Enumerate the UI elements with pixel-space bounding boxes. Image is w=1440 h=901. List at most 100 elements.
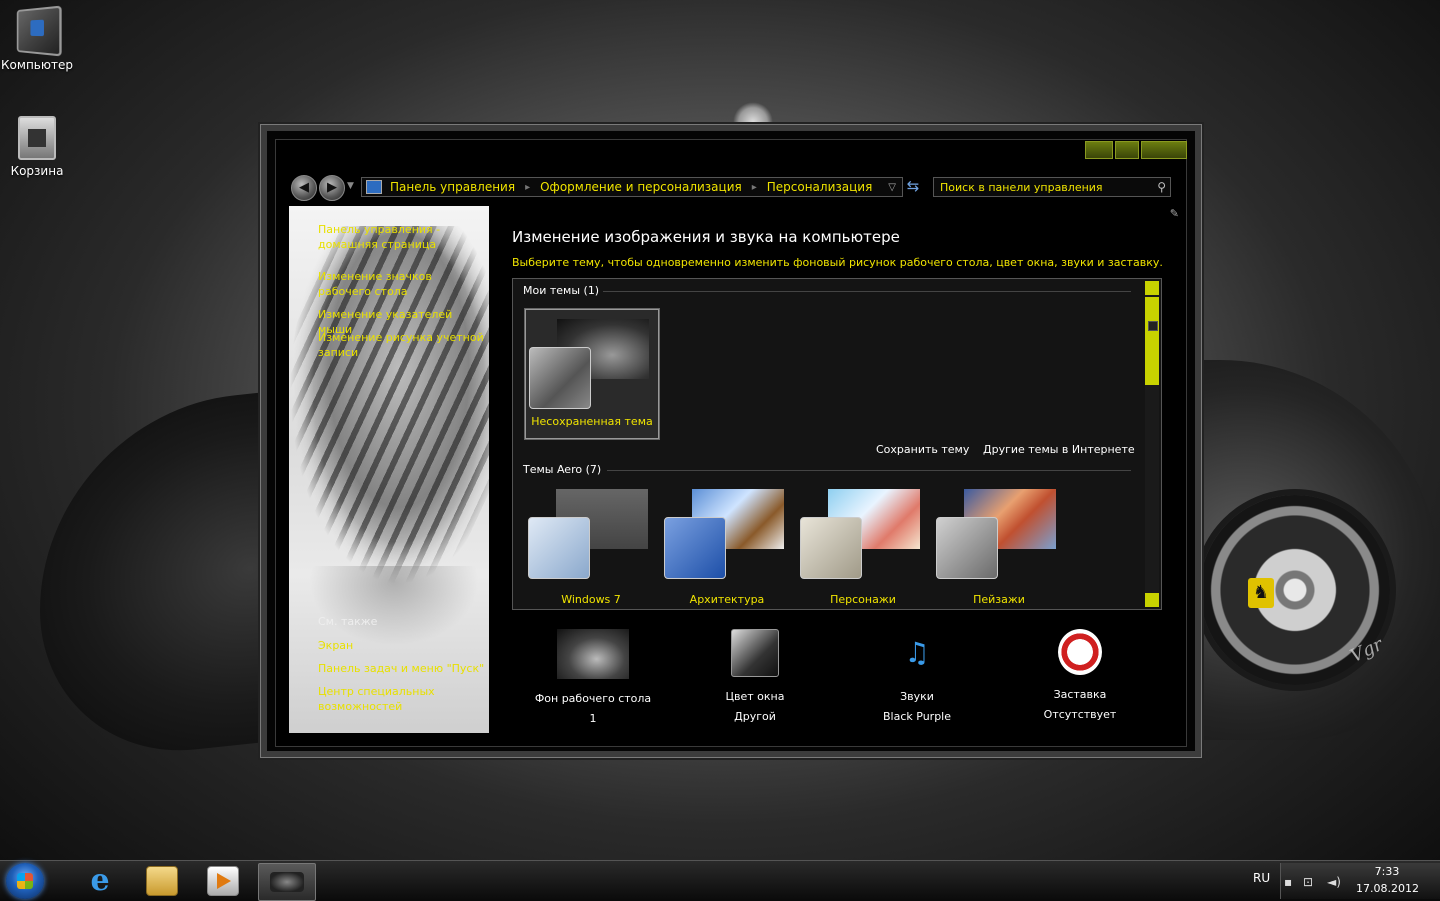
media-player-icon bbox=[207, 866, 239, 896]
search-box[interactable]: Поиск в панели управления ⚲ bbox=[933, 177, 1171, 197]
search-input[interactable]: Поиск в панели управления bbox=[940, 181, 1157, 194]
desktop-icon-recycle-bin[interactable]: Корзина bbox=[0, 116, 74, 178]
breadcrumb-appearance[interactable]: Оформление и персонализация bbox=[540, 180, 742, 194]
taskbar-media-player[interactable] bbox=[195, 863, 251, 899]
minimize-button[interactable] bbox=[1085, 141, 1113, 159]
window-color-setting[interactable]: Цвет окна Другой bbox=[685, 629, 825, 727]
theme-label: Пейзажи bbox=[973, 593, 1025, 606]
themes-scrollbar[interactable] bbox=[1145, 281, 1159, 607]
theme-glass-swatch bbox=[529, 347, 591, 409]
start-button[interactable] bbox=[6, 863, 44, 899]
breadcrumb-personalization[interactable]: Персонализация bbox=[767, 180, 873, 194]
scrollbar-grip-icon bbox=[1148, 321, 1158, 331]
theme-label: Несохраненная тема bbox=[531, 415, 653, 428]
save-theme-link[interactable]: Сохранить тему bbox=[876, 443, 969, 456]
breadcrumb-separator-icon[interactable]: ▸ bbox=[752, 182, 757, 193]
clock-time[interactable]: 7:33 bbox=[1360, 865, 1414, 878]
theme-tile-windows7[interactable]: Windows 7 bbox=[524, 479, 658, 609]
setting-label: Заставка bbox=[1053, 688, 1107, 701]
personalization-window: ◀ ▶ ▼ Панель управления ▸ Оформление и п… bbox=[260, 124, 1202, 758]
recycle-bin-icon bbox=[18, 116, 56, 160]
sounds-setting[interactable]: ♫ Звуки Black Purple bbox=[847, 629, 987, 727]
tray-flag-icon[interactable]: ▪ bbox=[1284, 875, 1292, 889]
see-also-heading: См. также bbox=[318, 615, 378, 628]
language-indicator[interactable]: RU bbox=[1253, 871, 1270, 885]
address-bar[interactable]: Панель управления ▸ Оформление и персона… bbox=[361, 177, 903, 197]
theme-glass-swatch bbox=[664, 517, 726, 579]
theme-glass-swatch bbox=[528, 517, 590, 579]
theme-label: Архитектура bbox=[689, 593, 765, 606]
my-themes-heading: Мои темы (1) bbox=[523, 284, 600, 297]
recent-pages-dropdown-icon[interactable]: ▼ bbox=[347, 181, 354, 191]
page-title: Изменение изображения и звука на компьют… bbox=[512, 228, 900, 246]
theme-glass-swatch bbox=[936, 517, 998, 579]
clock-date[interactable]: 17.08.2012 bbox=[1356, 882, 1419, 895]
theme-tile-architecture[interactable]: Архитектура bbox=[660, 479, 794, 609]
screensaver-setting[interactable]: Заставка Отсутствует bbox=[1010, 629, 1150, 725]
forward-button[interactable]: ▶ bbox=[319, 175, 345, 201]
scrollbar-thumb[interactable] bbox=[1145, 297, 1159, 385]
search-icon[interactable]: ⚲ bbox=[1157, 180, 1166, 194]
scroll-down-arrow-icon[interactable] bbox=[1145, 593, 1159, 607]
maximize-button[interactable] bbox=[1115, 141, 1139, 159]
control-panel-icon bbox=[366, 180, 382, 194]
theme-label: Windows 7 bbox=[561, 593, 621, 606]
taskbar-internet-explorer[interactable]: e bbox=[72, 863, 128, 899]
internet-explorer-icon: e bbox=[90, 863, 110, 898]
desktop-icon-computer[interactable]: Компьютер bbox=[0, 5, 74, 72]
group-divider bbox=[607, 470, 1131, 471]
theme-tile-characters[interactable]: Персонажи bbox=[796, 479, 930, 609]
navigation-bar: ◀ ▶ ▼ Панель управления ▸ Оформление и п… bbox=[291, 175, 1173, 201]
left-task-pane: Панель управления - домашняя страница Из… bbox=[289, 206, 489, 733]
setting-label: Цвет окна bbox=[725, 690, 785, 703]
desktop-icon-label: Корзина bbox=[10, 164, 64, 178]
taskbar-explorer[interactable] bbox=[134, 863, 190, 899]
close-button[interactable] bbox=[1141, 141, 1187, 159]
network-icon[interactable]: ⊡ bbox=[1303, 875, 1313, 889]
setting-value: Другой bbox=[734, 710, 776, 723]
help-icon[interactable]: ✎ bbox=[1170, 207, 1179, 220]
setting-label: Звуки bbox=[900, 690, 934, 703]
tiger-reflection bbox=[309, 566, 479, 646]
desktop-icon-label: Компьютер bbox=[1, 58, 73, 72]
desktop-background-setting[interactable]: Фон рабочего стола 1 bbox=[523, 629, 663, 729]
link-change-desktop-icons[interactable]: Изменение значков рабочего стола bbox=[318, 269, 486, 299]
theme-tile-unsaved[interactable]: Несохраненная тема bbox=[524, 308, 660, 440]
breadcrumb-separator-icon[interactable]: ▸ bbox=[525, 182, 530, 193]
aero-themes-heading: Темы Aero (7) bbox=[523, 463, 602, 476]
refresh-icon[interactable]: ⇆ bbox=[903, 177, 923, 195]
computer-icon bbox=[16, 5, 62, 57]
wallpaper-ornament bbox=[733, 102, 773, 124]
folder-icon bbox=[146, 866, 178, 896]
window-color-icon bbox=[731, 629, 779, 677]
sounds-icon: ♫ bbox=[904, 636, 930, 669]
setting-value: Black Purple bbox=[883, 710, 951, 723]
setting-value: 1 bbox=[589, 712, 597, 725]
taskbar: e RU ▪ ⊡ ◄) 7:33 17.08.2012 bbox=[0, 860, 1440, 901]
link-ease-of-access[interactable]: Центр специальных возможностей bbox=[318, 684, 486, 714]
theme-label: Персонажи bbox=[830, 593, 896, 606]
caption-buttons bbox=[1085, 141, 1187, 159]
link-change-account-picture[interactable]: Изменение рисунка учетной записи bbox=[318, 330, 486, 360]
page-subtitle: Выберите тему, чтобы одновременно измени… bbox=[512, 256, 1163, 269]
back-button[interactable]: ◀ bbox=[291, 175, 317, 201]
wallpaper-badge-icon: ♞ bbox=[1248, 578, 1274, 608]
scroll-up-arrow-icon[interactable] bbox=[1145, 281, 1159, 295]
group-divider bbox=[603, 291, 1131, 292]
desktop-background-icon bbox=[557, 629, 629, 679]
screensaver-icon bbox=[1058, 629, 1102, 675]
taskbar-personalization[interactable] bbox=[258, 863, 316, 901]
setting-value: Отсутствует bbox=[1043, 708, 1117, 721]
address-dropdown-icon[interactable]: ▽ bbox=[888, 182, 896, 193]
link-control-panel-home[interactable]: Панель управления - домашняя страница bbox=[318, 222, 486, 252]
theme-glass-swatch bbox=[800, 517, 862, 579]
personalization-icon bbox=[270, 872, 304, 892]
volume-icon[interactable]: ◄) bbox=[1327, 875, 1341, 889]
link-taskbar-start-menu[interactable]: Панель задач и меню "Пуск" bbox=[318, 661, 486, 676]
theme-tile-landscapes[interactable]: Пейзажи bbox=[932, 479, 1066, 609]
setting-label: Фон рабочего стола bbox=[534, 692, 652, 705]
themes-list: Мои темы (1) Несохраненная тема Сохранит… bbox=[512, 278, 1162, 610]
link-display[interactable]: Экран bbox=[318, 638, 486, 653]
online-themes-link[interactable]: Другие темы в Интернете bbox=[983, 443, 1135, 456]
breadcrumb-control-panel[interactable]: Панель управления bbox=[390, 180, 515, 194]
